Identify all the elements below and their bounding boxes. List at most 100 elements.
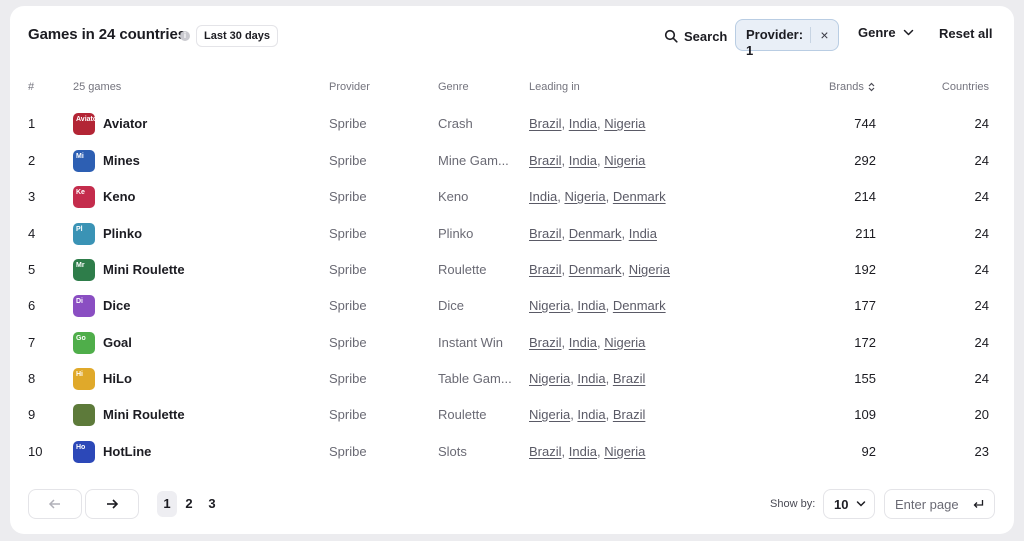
countries-count: 23 xyxy=(974,444,989,459)
country-link[interactable]: India xyxy=(569,335,597,350)
country-link[interactable]: Denmark xyxy=(613,298,666,313)
column-header-leading: Leading in xyxy=(529,81,580,93)
table-row[interactable]: 10 Ho HotLine Spribe Slots Brazil, India, Nig… xyxy=(10,434,1014,470)
country-link[interactable]: Brazil xyxy=(529,444,562,459)
table-row[interactable]: 6 Di Dice Spribe Dice Nigeria, India, Denmark… xyxy=(10,288,1014,324)
country-link[interactable]: Nigeria xyxy=(604,444,645,459)
table-row[interactable]: 4 Pl Plinko Spribe Plinko Brazil, Denmark, In… xyxy=(10,216,1014,252)
genre-dropdown[interactable]: Genre xyxy=(858,25,914,40)
countries-count: 24 xyxy=(974,226,989,241)
column-header-brands-sort[interactable]: Brands xyxy=(829,81,875,93)
country-link[interactable]: Brazil xyxy=(529,153,562,168)
show-by-select[interactable]: 10 xyxy=(823,489,875,519)
table-row[interactable]: 2 Mi Mines Spribe Mine Gam... Brazil, India, … xyxy=(10,143,1014,179)
country-link[interactable]: Nigeria xyxy=(529,371,570,386)
country-link[interactable]: Nigeria xyxy=(564,189,605,204)
brands-count: 177 xyxy=(854,298,876,313)
game-name[interactable]: Mini Roulette xyxy=(103,252,185,288)
provider-filter-chip[interactable]: Provider: 1 × xyxy=(735,19,839,58)
countries-count: 20 xyxy=(974,407,989,422)
game-icon: Ho xyxy=(73,441,95,463)
countries-count: 24 xyxy=(974,262,989,277)
table-row[interactable]: 1 Aviator Aviator Spribe Crash Brazil, India,… xyxy=(10,106,1014,142)
close-icon[interactable]: × xyxy=(811,27,838,43)
table-row[interactable]: 9 Mini Roulette Spribe Roulette Nigeria, Ind… xyxy=(10,397,1014,433)
game-name[interactable]: HiLo xyxy=(103,361,132,397)
country-link[interactable]: Brazil xyxy=(529,226,562,241)
table-row[interactable]: 8 Hi HiLo Spribe Table Gam... Nigeria, India,… xyxy=(10,361,1014,397)
country-link[interactable]: Brazil xyxy=(529,262,562,277)
country-link[interactable]: India xyxy=(569,444,597,459)
game-name[interactable]: Dice xyxy=(103,288,130,324)
game-icon: Go xyxy=(73,332,95,354)
genre-name: Mine Gam... xyxy=(438,153,509,168)
country-link[interactable]: India xyxy=(569,153,597,168)
genre-name: Slots xyxy=(438,444,467,459)
country-link[interactable]: Nigeria xyxy=(604,116,645,131)
table-row[interactable]: 7 Go Goal Spribe Instant Win Brazil, India, N… xyxy=(10,325,1014,361)
page-2[interactable]: 2 xyxy=(179,491,199,517)
chevron-down-icon xyxy=(857,501,866,507)
prev-page-button[interactable] xyxy=(28,489,82,519)
country-link[interactable]: Nigeria xyxy=(629,262,670,277)
country-link[interactable]: Nigeria xyxy=(604,335,645,350)
provider-name: Spribe xyxy=(329,298,367,313)
brands-count: 292 xyxy=(854,153,876,168)
page-1[interactable]: 1 xyxy=(157,491,177,517)
country-link[interactable]: India xyxy=(577,298,605,313)
column-header-brands: Brands xyxy=(829,81,864,93)
enter-page-input[interactable] xyxy=(895,496,967,512)
countries-count: 24 xyxy=(974,371,989,386)
enter-return-icon[interactable] xyxy=(973,499,984,510)
game-name[interactable]: Mini Roulette xyxy=(103,397,185,433)
country-link[interactable]: India xyxy=(569,116,597,131)
provider-name: Spribe xyxy=(329,116,367,131)
country-link[interactable]: Brazil xyxy=(613,371,646,386)
game-name[interactable]: HotLine xyxy=(103,434,151,470)
table-row[interactable]: 3 Ke Keno Spribe Keno India, Nigeria, Denmark… xyxy=(10,179,1014,215)
brands-count: 211 xyxy=(855,226,876,241)
country-link[interactable]: Brazil xyxy=(613,407,646,422)
brands-count: 744 xyxy=(854,116,876,131)
country-link[interactable]: Denmark xyxy=(569,262,622,277)
search-label: Search xyxy=(684,28,728,44)
leading-in-countries: Brazil, Denmark, Nigeria xyxy=(529,262,670,277)
country-link[interactable]: India xyxy=(577,407,605,422)
info-icon[interactable]: i xyxy=(180,31,190,41)
genre-name: Instant Win xyxy=(438,335,504,350)
page-3[interactable]: 3 xyxy=(202,491,222,517)
brands-count: 92 xyxy=(861,444,876,459)
reset-all-button[interactable]: Reset all xyxy=(939,26,992,41)
country-link[interactable]: Nigeria xyxy=(529,298,570,313)
country-link[interactable]: Denmark xyxy=(613,189,666,204)
table-row[interactable]: 5 Mr Mini Roulette Spribe Roulette Brazil, De… xyxy=(10,252,1014,288)
search-button[interactable]: Search xyxy=(664,24,727,48)
game-name[interactable]: Aviator xyxy=(103,106,147,142)
leading-in-countries: Nigeria, India, Brazil xyxy=(529,407,646,422)
country-link[interactable]: Brazil xyxy=(529,335,562,350)
country-link[interactable]: India xyxy=(577,371,605,386)
show-by-label: Show by: xyxy=(770,498,816,510)
country-link[interactable]: Brazil xyxy=(529,116,562,131)
arrow-right-icon xyxy=(107,499,119,509)
game-name[interactable]: Keno xyxy=(103,179,136,215)
leading-in-countries: Brazil, India, Nigeria xyxy=(529,116,646,131)
leading-in-countries: Brazil, India, Nigeria xyxy=(529,335,646,350)
game-icon xyxy=(73,404,95,426)
genre-name: Keno xyxy=(438,189,469,204)
country-link[interactable]: Nigeria xyxy=(604,153,645,168)
leading-in-countries: Brazil, India, Nigeria xyxy=(529,153,646,168)
row-rank: 3 xyxy=(28,189,36,204)
next-page-button[interactable] xyxy=(85,489,139,519)
period-badge[interactable]: Last 30 days xyxy=(196,25,279,47)
country-link[interactable]: India xyxy=(529,189,557,204)
game-name[interactable]: Plinko xyxy=(103,216,142,252)
game-name[interactable]: Goal xyxy=(103,325,132,361)
sort-icon xyxy=(868,82,875,92)
country-link[interactable]: Nigeria xyxy=(529,407,570,422)
country-link[interactable]: Denmark xyxy=(569,226,622,241)
game-name[interactable]: Mines xyxy=(103,143,140,179)
country-link[interactable]: India xyxy=(629,226,657,241)
leading-in-countries: Brazil, India, Nigeria xyxy=(529,444,646,459)
enter-page-field[interactable] xyxy=(884,489,995,519)
